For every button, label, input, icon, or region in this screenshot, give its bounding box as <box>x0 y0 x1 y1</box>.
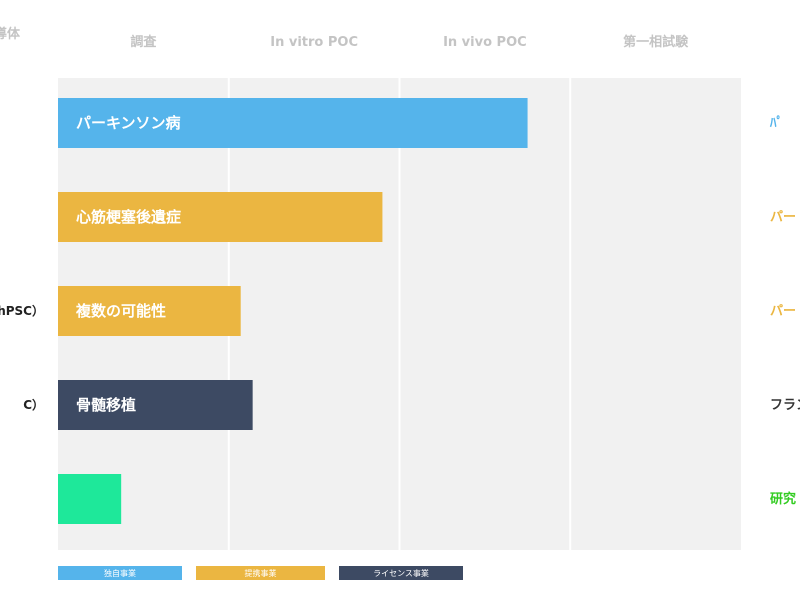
header-left-partial: 導体 <box>0 26 21 42</box>
left-category-label: C） <box>23 397 44 412</box>
stage-label: In vivo POC <box>443 35 527 50</box>
right-partner-label: パー <box>770 304 796 319</box>
bar-label: 複数の可能性 <box>75 302 166 320</box>
stage-label: 第一相試験 <box>623 34 689 50</box>
bar-label: パーキンソン病 <box>76 114 181 132</box>
bar <box>58 474 122 524</box>
bar-label: 心筋梗塞後遺症 <box>76 208 181 226</box>
legend-label: ライセンス事業 <box>373 568 429 578</box>
right-partner-label: フランス <box>770 398 800 413</box>
stage-label: 調査 <box>130 34 157 50</box>
bar-label: 骨髄移植 <box>76 396 136 414</box>
right-partner-label: パー <box>770 210 796 225</box>
legend-label: 独自事業 <box>104 568 136 578</box>
right-partner-label: 研究 <box>770 491 796 507</box>
legend-label: 提携事業 <box>245 568 277 578</box>
pipeline-chart: 調査 In vitro POC In vivo POC 第一相試験 パーキンソン病心筋… <box>0 26 800 580</box>
right-partner-label: ﾊﾟ <box>769 115 783 131</box>
left-category-label: （hPSC） <box>0 303 44 318</box>
stage-label: In vitro POC <box>270 35 358 50</box>
